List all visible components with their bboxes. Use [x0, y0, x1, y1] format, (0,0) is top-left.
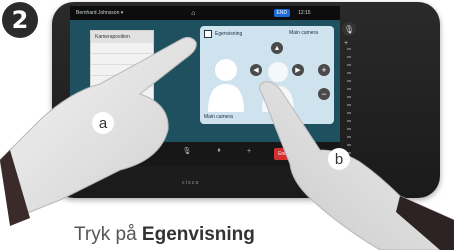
hand-illustrations — [0, 36, 454, 250]
right-hand — [258, 81, 454, 250]
instruction-caption: Tryk på Egenvisning — [74, 224, 255, 246]
hand-label-b: b — [328, 148, 350, 170]
hand-label-a: a — [92, 112, 114, 134]
caption-prefix: Tryk på — [74, 224, 142, 245]
caption-bold: Egenvisning — [141, 224, 255, 245]
